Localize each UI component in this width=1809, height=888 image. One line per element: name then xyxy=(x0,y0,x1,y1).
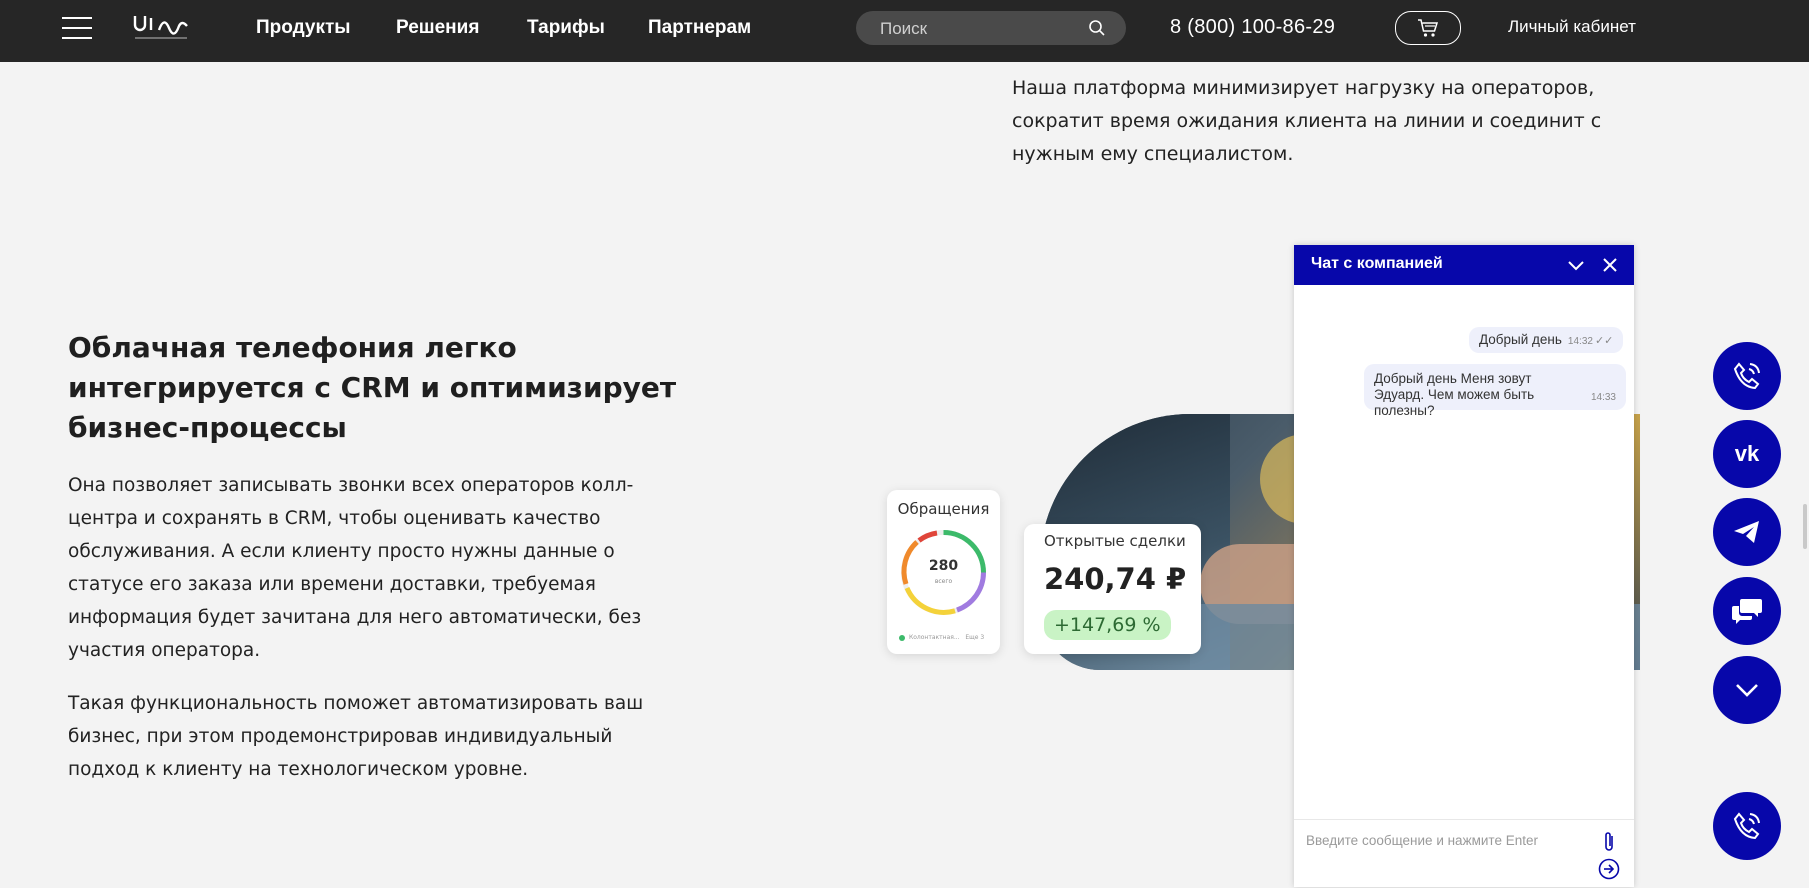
section-heading: Облачная телефония легко интегрируется с… xyxy=(68,331,677,444)
requests-legend: Колонтактная... Еще 3 xyxy=(899,634,984,641)
cart-icon xyxy=(1418,19,1439,37)
requests-sub: всего xyxy=(934,578,953,585)
deals-change-badge: +147,69 % xyxy=(1044,610,1171,640)
paperclip-icon[interactable] xyxy=(1602,830,1616,854)
telegram-icon xyxy=(1734,521,1759,543)
intro-text: Наша платформа минимизирует нагрузку на … xyxy=(1012,77,1602,165)
requests-legend-1: Колонтактная... xyxy=(909,634,960,641)
requests-widget: Обращения 280 всего Колонтактная... Еще … xyxy=(887,490,1000,654)
nav-tariffs[interactable]: Тарифы xyxy=(527,17,605,39)
message-time: 14:33 xyxy=(1590,392,1616,403)
nav-solutions[interactable]: Решения xyxy=(396,17,479,39)
chat-widget: Чат с компанией Добрый день 14:32 ✓✓ Добры… xyxy=(1294,245,1634,887)
deals-title: Открытые сделки xyxy=(1044,532,1186,550)
section-paragraph-1: Она позволяет записывать звонки всех опе… xyxy=(68,475,642,661)
message-text: Добрый день Меня зовут Эдуард. Чем можем… xyxy=(1374,371,1535,418)
call-button[interactable] xyxy=(1713,342,1781,410)
header-phone[interactable]: 8 (800) 100-86-29 xyxy=(1170,16,1335,39)
cart-button[interactable] xyxy=(1395,11,1461,45)
deals-value: 240,74 ₽ xyxy=(1044,562,1187,596)
requests-legend-2: Еще 3 xyxy=(965,634,985,641)
vk-icon: vk xyxy=(1734,441,1760,466)
nav-partners[interactable]: Партнерам xyxy=(648,17,751,39)
phone-icon xyxy=(1733,812,1760,840)
phone-icon xyxy=(1733,362,1760,390)
requests-value: 280 xyxy=(928,558,959,574)
chat-header: Чат с компанией xyxy=(1294,245,1634,285)
requests-title: Обращения xyxy=(897,500,990,518)
account-link[interactable]: Личный кабинет xyxy=(1508,17,1636,37)
chat-message-outgoing: Добрый день 14:32 ✓✓ xyxy=(1469,327,1624,353)
deals-widget: Открытые сделки 240,74 ₽ +147,69 % xyxy=(1024,524,1201,654)
chat-title: Чат с компанией xyxy=(1311,255,1443,272)
search-input[interactable] xyxy=(878,16,1082,42)
chat-button[interactable] xyxy=(1713,577,1781,645)
message-time: 14:32 xyxy=(1567,336,1593,347)
uis-logo[interactable] xyxy=(133,12,193,44)
nav-products[interactable]: Продукты xyxy=(256,17,351,39)
chat-message-input[interactable] xyxy=(1304,828,1578,852)
section-paragraph-2: Такая функциональность поможет автоматиз… xyxy=(68,693,644,780)
telegram-button[interactable] xyxy=(1713,498,1781,566)
chevron-down-icon xyxy=(1736,684,1758,697)
chat-icon xyxy=(1732,599,1762,624)
chevron-down-icon[interactable] xyxy=(1566,256,1586,274)
callback-button[interactable] xyxy=(1713,792,1781,860)
close-icon[interactable] xyxy=(1600,255,1620,275)
message-text: Добрый день xyxy=(1479,332,1562,347)
page-scrollbar[interactable] xyxy=(1803,504,1807,549)
collapse-buttons-button[interactable] xyxy=(1713,656,1781,724)
chat-input-area xyxy=(1294,819,1634,888)
vk-button[interactable]: vk xyxy=(1713,420,1781,488)
send-icon[interactable] xyxy=(1598,858,1620,880)
search-box xyxy=(856,11,1126,45)
top-header: Продукты Решения Тарифы Партнерам 8 (800… xyxy=(0,0,1809,62)
read-check-icon: ✓✓ xyxy=(1594,335,1614,347)
hamburger-menu-icon[interactable] xyxy=(62,14,92,42)
chat-message-incoming: Добрый день Меня зовут Эдуард. Чем можем… xyxy=(1364,364,1626,418)
search-icon[interactable] xyxy=(1088,19,1106,37)
